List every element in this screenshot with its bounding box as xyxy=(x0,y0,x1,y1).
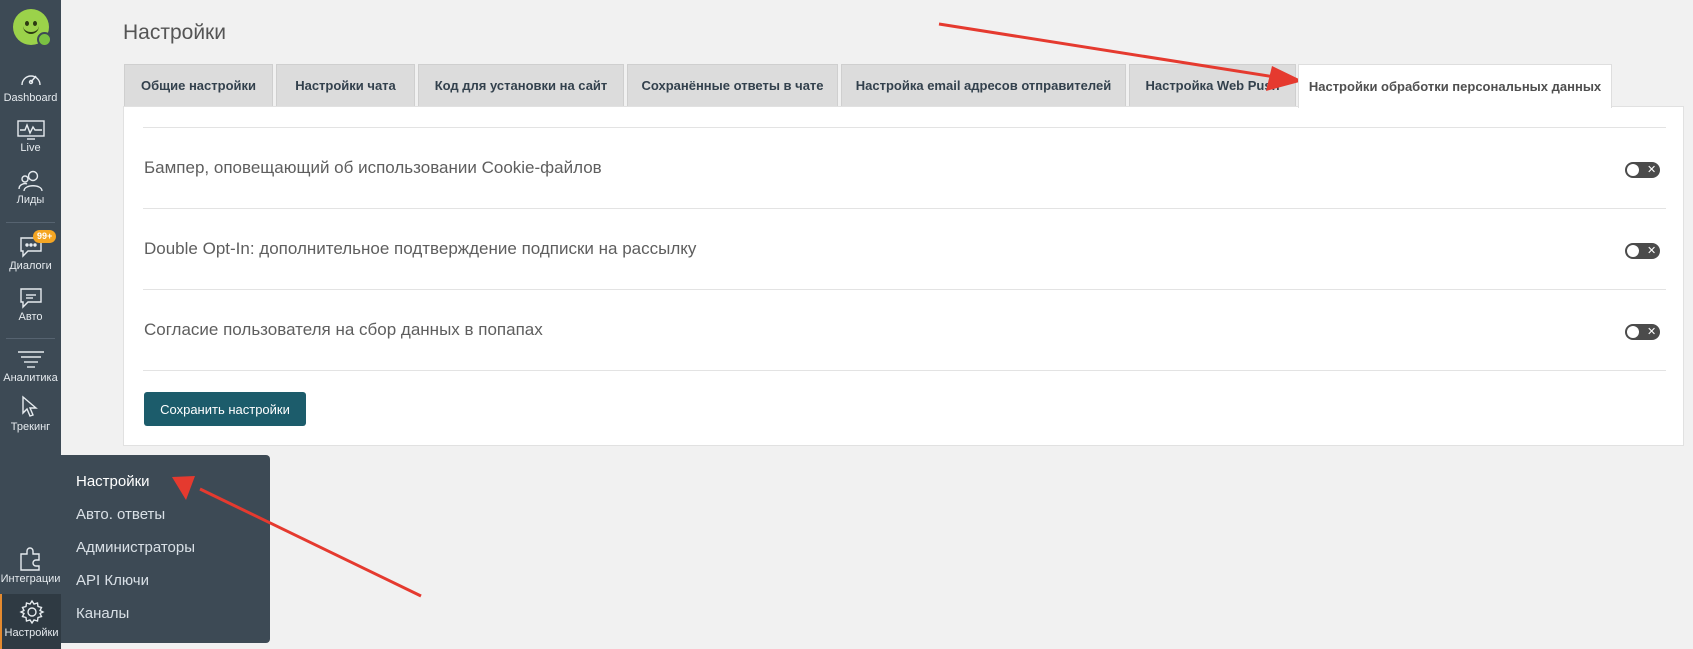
sidebar-item-label: Трекинг xyxy=(10,421,51,433)
sidebar-item-auto[interactable]: Авто xyxy=(0,287,61,324)
popup-consent-toggle[interactable]: ✕ xyxy=(1625,324,1660,340)
sidebar: Dashboard Live Лиды 99+ Диалоги Авто Ана… xyxy=(0,0,61,649)
sidebar-item-label: Лиды xyxy=(16,194,45,206)
personal-data-settings-panel: Бампер, оповещающий об использовании Coo… xyxy=(123,106,1684,446)
submenu-item-channels[interactable]: Каналы xyxy=(76,605,129,622)
funnel-icon xyxy=(17,351,44,368)
tab-install-code[interactable]: Код для установки на сайт xyxy=(418,64,624,106)
divider xyxy=(143,208,1666,209)
submenu-item-administrators[interactable]: Администраторы xyxy=(76,539,195,556)
tab-general-settings[interactable]: Общие настройки xyxy=(124,64,273,106)
double-opt-in-toggle[interactable]: ✕ xyxy=(1625,243,1660,259)
sidebar-item-label: Настройки xyxy=(4,627,59,639)
sidebar-divider xyxy=(6,222,55,223)
sidebar-item-label: Live xyxy=(20,142,41,154)
sidebar-item-label: Авто xyxy=(18,311,43,323)
tab-sender-emails[interactable]: Настройка email адресов отправителей xyxy=(841,64,1126,106)
cursor-icon xyxy=(21,395,38,417)
sidebar-item-label: Интеграции xyxy=(0,573,61,585)
sidebar-item-analytics[interactable]: Аналитика xyxy=(0,348,61,385)
tab-personal-data[interactable]: Настройки обработки персональных данных xyxy=(1298,64,1612,108)
sidebar-item-label: Dashboard xyxy=(3,92,58,104)
sidebar-item-integrations[interactable]: Интеграции xyxy=(0,545,61,586)
toggle-knob xyxy=(1627,164,1639,176)
cookie-banner-label: Бампер, оповещающий об использовании Coo… xyxy=(144,158,602,177)
tab-web-push[interactable]: Настройка Web Push xyxy=(1129,64,1296,106)
save-settings-button[interactable]: Сохранить настройки xyxy=(144,392,306,426)
sidebar-item-live[interactable]: Live xyxy=(0,120,61,155)
divider xyxy=(143,370,1666,371)
sidebar-divider xyxy=(6,338,55,339)
double-opt-in-label: Double Opt-In: дополнительное подтвержде… xyxy=(144,239,697,258)
divider xyxy=(143,127,1666,128)
gauge-icon xyxy=(20,75,41,86)
toggle-knob xyxy=(1627,245,1639,257)
puzzle-icon xyxy=(19,547,40,571)
sidebar-item-dashboard[interactable]: Dashboard xyxy=(0,68,61,105)
submenu-item-settings[interactable]: Настройки xyxy=(76,473,150,490)
unread-count-badge: 99+ xyxy=(33,230,57,243)
sidebar-item-settings[interactable]: Настройки xyxy=(0,594,61,649)
page-title: Настройки xyxy=(123,21,226,44)
sidebar-item-label: Аналитика xyxy=(3,372,58,384)
divider xyxy=(143,289,1666,290)
app-logo-icon[interactable] xyxy=(13,9,52,47)
tab-chat-settings[interactable]: Настройки чата xyxy=(276,64,415,106)
sidebar-item-dialogs[interactable]: 99+ Диалоги xyxy=(0,230,61,273)
toggle-knob xyxy=(1627,326,1639,338)
auto-chat-icon xyxy=(19,288,42,309)
sidebar-item-label: Диалоги xyxy=(9,260,52,272)
tab-saved-replies[interactable]: Сохранённые ответы в чате xyxy=(627,64,838,106)
off-icon: ✕ xyxy=(1647,164,1657,176)
users-icon xyxy=(17,170,43,192)
popup-consent-label: Согласие пользователя на сбор данных в п… xyxy=(144,320,543,339)
settings-submenu: Настройки Авто. ответы Администраторы AP… xyxy=(61,455,270,643)
submenu-item-api-keys[interactable]: API Ключи xyxy=(76,572,149,589)
gear-icon xyxy=(18,599,45,625)
off-icon: ✕ xyxy=(1647,245,1657,257)
cookie-banner-toggle[interactable]: ✕ xyxy=(1625,162,1660,178)
sidebar-item-leads[interactable]: Лиды xyxy=(0,170,61,207)
off-icon: ✕ xyxy=(1647,326,1657,338)
submenu-item-auto-replies[interactable]: Авто. ответы xyxy=(76,506,165,523)
sidebar-item-tracking[interactable]: Трекинг xyxy=(0,395,61,434)
pulse-monitor-icon xyxy=(16,120,45,140)
